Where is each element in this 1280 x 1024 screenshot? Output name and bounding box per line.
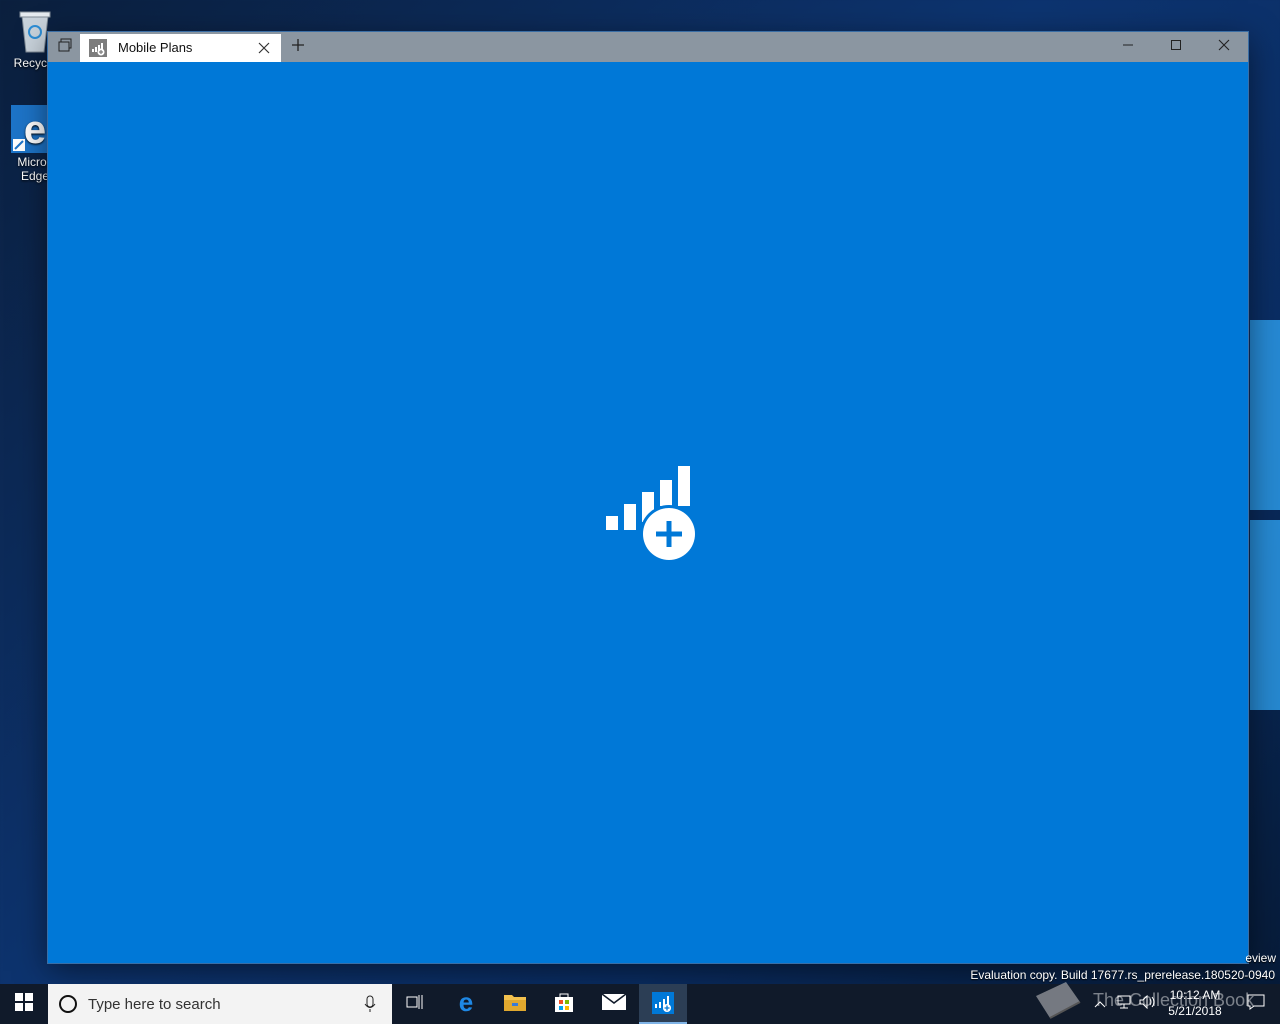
close-icon	[1218, 38, 1230, 56]
book-watermark-icon	[1030, 976, 1086, 1024]
minimize-button[interactable]	[1104, 32, 1152, 62]
search-box[interactable]: Type here to search	[48, 984, 392, 1024]
microphone-icon[interactable]	[364, 995, 376, 1018]
mail-icon	[601, 992, 627, 1016]
clock-date: 5/21/2018	[1168, 1004, 1222, 1018]
maximize-icon	[1170, 38, 1182, 56]
notification-icon	[1247, 994, 1265, 1015]
title-bar[interactable]: Mobile Plans	[48, 32, 1248, 62]
taskbar-mobile-plans[interactable]	[639, 984, 687, 1024]
task-view-button[interactable]	[392, 984, 440, 1024]
taskbar-edge[interactable]: e	[442, 984, 490, 1024]
minimize-icon	[1122, 38, 1134, 56]
mobile-plans-window: Mobile Plans	[48, 32, 1248, 963]
plus-icon	[291, 38, 305, 57]
task-view-icon	[406, 994, 426, 1015]
mobile-plans-splash-icon	[604, 464, 700, 569]
close-window-button[interactable]	[1200, 32, 1248, 62]
chevron-up-icon	[1094, 995, 1106, 1013]
tab-title: Mobile Plans	[118, 40, 193, 55]
new-tab-button[interactable]	[286, 32, 310, 62]
cortana-icon	[58, 994, 78, 1019]
tab-mobile-plans[interactable]: Mobile Plans	[80, 34, 281, 62]
svg-text:e: e	[459, 990, 473, 1014]
taskbar-file-explorer[interactable]	[491, 984, 539, 1024]
action-center-button[interactable]	[1232, 984, 1280, 1024]
store-icon	[553, 991, 575, 1018]
taskbar-store[interactable]	[540, 984, 588, 1024]
speaker-icon	[1139, 994, 1157, 1014]
splash-screen	[48, 62, 1248, 963]
taskbar-mail[interactable]	[590, 984, 638, 1024]
task-view-tabs-button[interactable]	[52, 32, 78, 62]
show-hidden-icons-button[interactable]	[1088, 984, 1112, 1024]
tabs-icon	[58, 38, 72, 57]
search-placeholder: Type here to search	[88, 996, 221, 1013]
close-tab-icon[interactable]	[258, 41, 270, 59]
taskbar: Type here to search e The Collection Boo…	[0, 982, 1280, 1024]
network-button[interactable]	[1112, 984, 1136, 1024]
svg-text:e: e	[24, 108, 46, 152]
network-icon	[1116, 995, 1132, 1014]
clock-time: 10:12 AM	[1169, 988, 1221, 1002]
mobile-plans-taskbar-icon	[652, 992, 674, 1014]
windows-logo-icon	[15, 992, 33, 1016]
start-button[interactable]	[0, 984, 48, 1024]
volume-button[interactable]	[1136, 984, 1160, 1024]
preview-watermark: eview	[1245, 951, 1276, 965]
maximize-button[interactable]	[1152, 32, 1200, 62]
edge-taskbar-icon: e	[454, 987, 478, 1019]
evaluation-copy-text: Evaluation copy. Build 17677.rs_prerelea…	[970, 968, 1275, 982]
folder-icon	[503, 992, 527, 1017]
clock[interactable]: 10:12 AM 5/21/2018	[1160, 987, 1230, 1019]
mobile-plans-tab-icon	[89, 39, 107, 57]
